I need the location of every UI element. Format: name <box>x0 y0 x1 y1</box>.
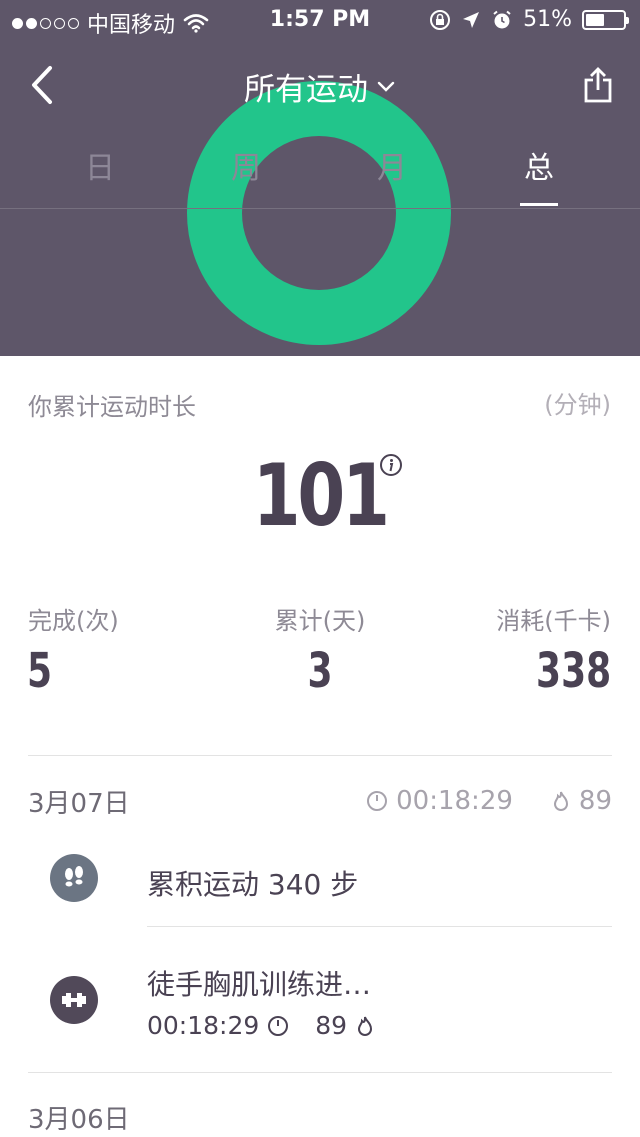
flame-icon <box>553 791 568 811</box>
record-date: 3月07日 <box>28 788 130 819</box>
nav-bar: 所有运动 <box>0 50 640 120</box>
header-panel: 中国移动 1:57 PM 51% 所有运动 日 周 月 总 <box>0 0 640 356</box>
chevron-down-icon <box>377 81 395 92</box>
tab-day[interactable]: 日 <box>60 142 140 206</box>
stat-days-value: 3 <box>307 643 333 699</box>
flame-icon <box>358 1016 373 1036</box>
share-icon <box>584 67 612 103</box>
battery-icon <box>582 9 629 30</box>
duration-label: 你累计运动时长 <box>28 393 196 421</box>
sport-filter-dropdown[interactable]: 所有运动 <box>244 64 396 109</box>
timer-icon <box>367 791 388 811</box>
item-title: 徒手胸肌训练进… <box>147 968 372 1001</box>
item-meta: 00:18:29 89 <box>147 1011 375 1040</box>
record-duration: 00:18:29 <box>396 786 513 816</box>
tab-total[interactable]: 总 <box>499 142 579 206</box>
item-duration: 00:18:29 <box>147 1011 260 1040</box>
duration-unit: (分钟) <box>544 391 611 419</box>
record-date-header: 3月06日 <box>28 1097 612 1137</box>
record-date-header: 3月07日 00:18:29 89 <box>28 781 612 821</box>
battery-percent: 51% <box>523 7 572 32</box>
info-button[interactable] <box>379 453 403 477</box>
record-calories: 89 <box>578 786 612 816</box>
progress-ring <box>187 81 451 345</box>
record-date: 3月06日 <box>28 1104 130 1135</box>
info-icon <box>380 454 402 476</box>
alarm-icon <box>493 10 511 28</box>
page-title: 所有运动 <box>244 72 368 108</box>
stat-calories-value: 338 <box>535 643 611 699</box>
list-item-steps[interactable]: 累积运动 340 步 <box>0 840 640 926</box>
share-button[interactable] <box>578 62 618 108</box>
stat-count-value: 5 <box>27 643 53 699</box>
item-title: 累积运动 340 步 <box>147 868 359 901</box>
duration-value-wrap: 101 <box>0 446 640 546</box>
period-tabs: 日 周 月 总 <box>0 142 640 209</box>
timer-icon <box>268 1015 289 1036</box>
dumbbell-icon <box>50 976 98 1024</box>
status-bar: 中国移动 1:57 PM 51% <box>0 0 640 40</box>
rotation-lock-icon <box>430 9 451 30</box>
section-divider <box>28 1072 612 1073</box>
duration-value: 101 <box>252 446 390 546</box>
tab-month[interactable]: 月 <box>352 142 432 206</box>
list-item-workout[interactable]: 徒手胸肌训练进… 00:18:29 89 <box>0 927 640 1071</box>
stat-calories-label: 消耗(千卡) <box>496 607 611 635</box>
item-calories: 89 <box>315 1011 348 1040</box>
tab-week[interactable]: 周 <box>206 142 286 206</box>
location-arrow-icon <box>463 11 480 28</box>
footprints-icon <box>50 854 98 902</box>
section-divider <box>28 755 612 756</box>
